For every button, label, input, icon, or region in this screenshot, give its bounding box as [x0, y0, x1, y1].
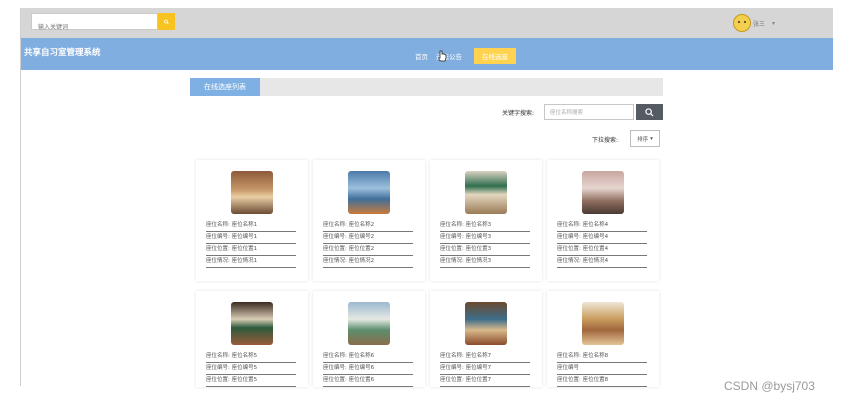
main-nav: 共享自习室管理系统 首页 选座公告 在线选座 [21, 38, 833, 70]
seat-position: 座位位置: 座位位置8 [557, 375, 647, 387]
app-window: 张三 ▾ 共享自习室管理系统 首页 选座公告 在线选座 在线选座列表 关键字搜索… [0, 0, 852, 404]
seat-status: 座位情况: 座位情况1 [206, 256, 296, 268]
watermark: CSDN @bysj703 [724, 379, 815, 393]
seat-number: 座位编号: 座位编号7 [440, 363, 530, 375]
section-title: 在线选座列表 [190, 78, 260, 96]
seat-card[interactable]: 座位名称: 座位名称2 座位编号: 座位编号2 座位位置: 座位位置2 座位情况: 座… [313, 160, 425, 281]
seat-card[interactable]: 座位名称: 座位名称5 座位编号: 座位编号5 座位位置: 座位位置5 [196, 291, 308, 387]
top-bar: 张三 ▾ [21, 8, 833, 38]
seat-card[interactable]: 座位名称: 座位名称6 座位编号: 座位编号6 座位位置: 座位位置6 [313, 291, 425, 387]
seat-number: 座位编号: 座位编号1 [206, 232, 296, 244]
pointer-cursor-icon [438, 50, 447, 62]
seat-name: 座位名称: 座位名称8 [557, 351, 647, 363]
seat-card[interactable]: 座位名称: 座位名称3 座位编号: 座位编号3 座位位置: 座位位置3 座位情况: 座… [430, 160, 542, 281]
seat-status: 座位情况: 座位情况4 [557, 256, 647, 268]
brand-title: 共享自习室管理系统 [24, 47, 101, 57]
seat-number: 座位编号 [557, 363, 647, 375]
seat-name: 座位名称: 座位名称7 [440, 351, 530, 363]
nav-online-booking[interactable]: 在线选座 [474, 48, 516, 64]
seat-name: 座位名称: 座位名称2 [323, 220, 413, 232]
nav-items: 首页 选座公告 在线选座 [415, 48, 524, 64]
seat-status: 座位情况: 座位情况3 [440, 256, 530, 268]
user-name[interactable]: 张三 [753, 19, 765, 28]
seat-photo[interactable] [465, 171, 507, 214]
seat-position: 座位位置: 座位位置3 [440, 244, 530, 256]
seat-card[interactable]: 座位名称: 座位名称4 座位编号: 座位编号4 座位位置: 座位位置4 座位情况: 座… [547, 160, 659, 281]
seat-card[interactable]: 座位名称: 座位名称8 座位编号 座位位置: 座位位置8 [547, 291, 659, 387]
seat-position: 座位位置: 座位位置2 [323, 244, 413, 256]
seat-number: 座位编号: 座位编号2 [323, 232, 413, 244]
search-box[interactable] [31, 13, 169, 36]
search-input[interactable] [32, 20, 169, 36]
seat-photo[interactable] [231, 302, 273, 345]
keyword-input[interactable]: 座位名称搜索 [544, 104, 634, 120]
nav-home[interactable]: 首页 [415, 51, 428, 61]
chevron-down-icon[interactable]: ▾ [772, 20, 775, 27]
seat-position: 座位位置: 座位位置6 [323, 375, 413, 387]
seat-photo[interactable] [348, 171, 390, 214]
seat-name: 座位名称: 座位名称1 [206, 220, 296, 232]
seat-position: 座位位置: 座位位置7 [440, 375, 530, 387]
seat-photo[interactable] [582, 171, 624, 214]
keyword-label: 关键字搜索: [502, 110, 535, 117]
seat-name: 座位名称: 座位名称6 [323, 351, 413, 363]
seat-photo[interactable] [231, 171, 273, 214]
keyword-search-button[interactable] [636, 104, 663, 120]
seat-number: 座位编号: 座位编号6 [323, 363, 413, 375]
sort-button-label: 排序 [637, 136, 649, 143]
seat-card[interactable]: 座位名称: 座位名称1 座位编号: 座位编号1 座位位置: 座位位置1 座位情况: 座… [196, 160, 308, 281]
avatar[interactable] [732, 14, 751, 32]
sort-dropdown[interactable]: 排序 ▾ [630, 130, 660, 147]
seat-number: 座位编号: 座位编号3 [440, 232, 530, 244]
seat-card[interactable]: 座位名称: 座位名称7 座位编号: 座位编号7 座位位置: 座位位置7 [430, 291, 542, 387]
seat-name: 座位名称: 座位名称5 [206, 351, 296, 363]
sort-label: 下拉搜索: [592, 137, 619, 144]
section-header: 在线选座列表 [190, 78, 663, 96]
chevron-down-icon: ▾ [650, 135, 653, 142]
user-menu[interactable]: 张三 ▾ [732, 13, 775, 33]
search-icon [645, 107, 654, 117]
seat-position: 座位位置: 座位位置4 [557, 244, 647, 256]
seat-photo[interactable] [582, 302, 624, 345]
seat-number: 座位编号: 座位编号5 [206, 363, 296, 375]
search-button[interactable] [158, 13, 175, 30]
seat-position: 座位位置: 座位位置1 [206, 244, 296, 256]
seat-photo[interactable] [348, 302, 390, 345]
seat-position: 座位位置: 座位位置5 [206, 375, 296, 387]
search-icon [164, 19, 169, 24]
seat-name: 座位名称: 座位名称4 [557, 220, 647, 232]
seat-photo[interactable] [465, 302, 507, 345]
left-edge [0, 8, 21, 386]
seat-name: 座位名称: 座位名称3 [440, 220, 530, 232]
seat-number: 座位编号: 座位编号4 [557, 232, 647, 244]
seat-status: 座位情况: 座位情况2 [323, 256, 413, 268]
